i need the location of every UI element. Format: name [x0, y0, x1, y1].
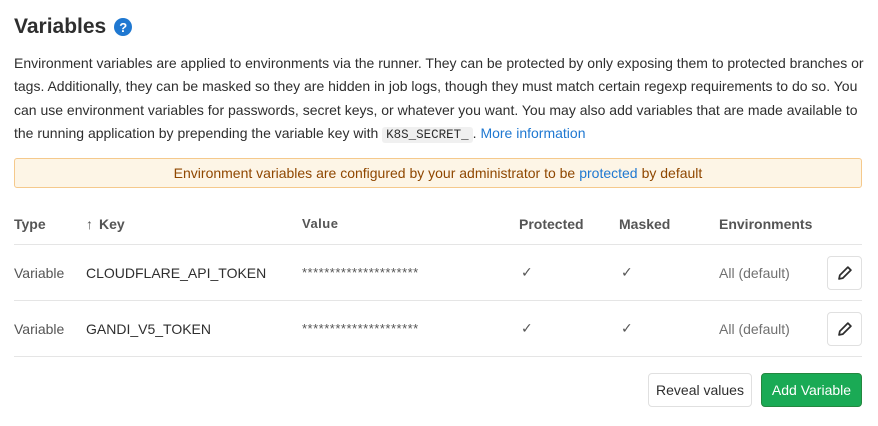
variable-value: *********************: [302, 321, 419, 336]
pencil-icon: [837, 321, 852, 336]
table-header: Type ↑ Key Value Protected Masked Environ…: [14, 203, 862, 245]
variables-description: Environment variables are applied to env…: [14, 52, 866, 147]
variable-key: GANDI_V5_TOKEN: [86, 320, 212, 337]
protected-variables-alert: Environment variables are configured by …: [14, 158, 862, 188]
reveal-values-button[interactable]: Reveal values: [648, 373, 752, 407]
table-row: Variable CLOUDFLARE_API_TOKEN **********…: [14, 245, 862, 301]
variable-environments: All (default): [719, 264, 790, 281]
sort-arrow-up-icon: ↑: [86, 215, 93, 232]
variable-key: CLOUDFLARE_API_TOKEN: [86, 264, 267, 281]
variable-type: Variable: [14, 320, 65, 337]
prefix-code: K8S_SECRET_: [382, 126, 473, 143]
edit-variable-button[interactable]: [827, 255, 862, 290]
column-header-type: Type: [14, 215, 46, 232]
column-header-masked: Masked: [619, 215, 671, 232]
question-icon[interactable]: ?: [114, 18, 133, 36]
page-title: Variables: [14, 15, 107, 38]
pencil-icon: [837, 265, 852, 280]
column-header-value: Value: [302, 216, 339, 231]
alert-text-before: Environment variables are configured by …: [173, 165, 576, 181]
protected-check-icon: ✓: [521, 264, 533, 280]
table-row: Variable GANDI_V5_TOKEN ****************…: [14, 301, 862, 357]
masked-check-icon: ✓: [621, 320, 633, 336]
more-information-link[interactable]: More information: [480, 125, 585, 141]
variable-value: *********************: [302, 265, 419, 280]
section-header: Variables ?: [14, 15, 133, 39]
edit-variable-button[interactable]: [827, 311, 862, 346]
masked-check-icon: ✓: [621, 264, 633, 280]
add-variable-button[interactable]: Add Variable: [761, 373, 862, 407]
protected-link[interactable]: protected: [579, 165, 637, 181]
variable-type: Variable: [14, 264, 65, 281]
column-header-key-label: Key: [99, 215, 125, 232]
description-separator: .: [472, 124, 477, 141]
column-header-key[interactable]: ↑ Key: [86, 216, 302, 232]
alert-text-after: by default: [641, 165, 703, 181]
variable-environments: All (default): [719, 320, 790, 337]
protected-check-icon: ✓: [521, 320, 533, 336]
column-header-protected: Protected: [519, 215, 584, 232]
column-header-environments: Environments: [719, 215, 813, 232]
variables-table: Type ↑ Key Value Protected Masked Environ…: [14, 203, 862, 357]
